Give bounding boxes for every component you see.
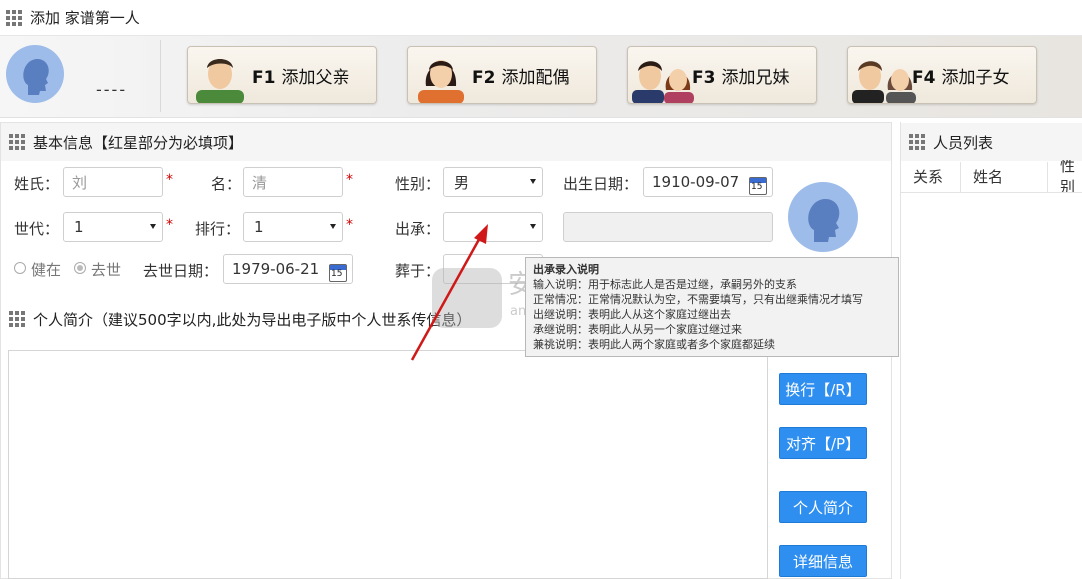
person-photo[interactable]: [788, 182, 858, 252]
add-spouse-label: 添加配偶: [501, 67, 570, 88]
column-gender[interactable]: 性别: [1060, 160, 1082, 192]
gender-label: 性别：: [395, 175, 441, 193]
current-person-name: ----: [96, 80, 128, 99]
rank-value: 1: [254, 218, 264, 236]
siblings-figure-icon: [628, 47, 698, 103]
gender-value: 男: [454, 173, 470, 192]
add-child-label: 添加子女: [941, 67, 1010, 88]
person-silhouette-icon: [23, 58, 49, 95]
current-person-avatar[interactable]: [6, 45, 64, 103]
add-father-button[interactable]: F1 添加父亲: [187, 46, 377, 104]
grid-icon: [909, 134, 925, 150]
surname-input[interactable]: 刘: [63, 167, 163, 197]
add-child-button[interactable]: F4 添加子女: [847, 46, 1037, 104]
required-star: *: [166, 217, 173, 233]
given-name-input[interactable]: 清: [243, 167, 343, 197]
spouse-figure-icon: [408, 47, 478, 103]
rank-label: 排行：: [195, 220, 241, 238]
profile-textarea[interactable]: [8, 350, 768, 579]
column-name[interactable]: 姓名: [973, 160, 1003, 192]
rank-select[interactable]: 1: [243, 212, 343, 242]
tooltip-line: 输入说明：用于标志此人是否是过继，承嗣另外的支系: [533, 278, 797, 291]
dropdown-arrow-icon: [530, 179, 536, 184]
grid-menu-icon: [6, 9, 22, 26]
required-star: *: [346, 172, 353, 188]
align-button[interactable]: 对齐【/P】: [779, 427, 867, 459]
grid-icon: [9, 311, 25, 327]
generation-label: 世代：: [14, 220, 60, 238]
basic-info-title: 基本信息【红星部分为必填项】: [33, 133, 244, 152]
column-relation[interactable]: 关系: [913, 160, 943, 192]
calendar-icon[interactable]: 15: [329, 264, 347, 282]
annotation-arrow: [410, 224, 488, 361]
add-sibling-button[interactable]: F3 添加兄妹: [627, 46, 817, 104]
children-figure-icon: [848, 47, 918, 103]
column-divider: [1047, 162, 1048, 192]
gender-select[interactable]: 男: [443, 167, 543, 197]
add-spouse-button[interactable]: F2 添加配偶: [407, 46, 597, 104]
birth-date-label: 出生日期：: [563, 175, 639, 193]
person-silhouette-icon: [808, 198, 840, 242]
given-name-label: 名：: [211, 175, 242, 193]
title-bar: 添加 家谱第一人: [0, 0, 1082, 36]
relation-toolbar: ---- F1 添加父亲 F2 添加配偶 F3 添加兄妹 F4 添加子女: [0, 36, 1082, 118]
grid-icon: [9, 134, 25, 150]
deceased-label: 去世: [91, 261, 122, 279]
calendar-day: 15: [751, 182, 763, 192]
calendar-icon[interactable]: 15: [749, 177, 767, 195]
tooltip-line: 兼祧说明：表明此人两个家庭或者多个家庭都延续: [533, 338, 775, 351]
add-father-label: 添加父亲: [281, 67, 350, 88]
people-list-title: 人员列表: [933, 133, 994, 152]
divider: [160, 40, 161, 112]
calendar-day: 15: [331, 269, 343, 279]
surname-label: 姓氏：: [14, 175, 60, 193]
tooltip-line: 出继说明：表明此人从这个家庭过继出去: [533, 308, 731, 321]
inherit-help-tooltip: 出承录入说明 输入说明：用于标志此人是否是过继，承嗣另外的支系 正常情况：正常情…: [525, 257, 899, 357]
required-star: *: [166, 172, 173, 188]
tooltip-line: 承继说明：表明此人从另一个家庭过继过来: [533, 323, 742, 336]
alive-label: 健在: [31, 261, 62, 279]
death-date-label: 去世日期：: [143, 262, 219, 280]
generation-select[interactable]: 1: [63, 212, 163, 242]
generation-value: 1: [74, 218, 84, 236]
deceased-radio[interactable]: [74, 262, 86, 274]
inherit-detail-input: [563, 212, 773, 242]
dropdown-arrow-icon: [150, 224, 156, 229]
list-header-divider: [901, 192, 1082, 193]
birth-date-value: 1910-09-07: [652, 173, 740, 191]
tooltip-line: 正常情况：正常情况默认为空，不需要填写，只有出继乘情况才填写: [533, 293, 863, 306]
death-date-value: 1979-06-21: [232, 260, 320, 278]
alive-radio[interactable]: [14, 262, 26, 274]
father-figure-icon: [188, 47, 258, 103]
details-button[interactable]: 详细信息: [779, 545, 867, 577]
add-sibling-label: 添加兄妹: [721, 67, 790, 88]
column-divider: [960, 162, 961, 192]
line-break-button[interactable]: 换行【/R】: [779, 373, 867, 405]
dropdown-arrow-icon: [530, 224, 536, 229]
tooltip-title: 出承录入说明: [533, 263, 599, 276]
dropdown-arrow-icon: [330, 224, 336, 229]
basic-info-header: 基本信息【红星部分为必填项】: [1, 123, 891, 161]
personal-profile-button[interactable]: 个人简介: [779, 491, 867, 523]
people-list-header: 人员列表: [901, 123, 1082, 161]
window-title: 添加 家谱第一人: [30, 9, 140, 27]
required-star: *: [346, 217, 353, 233]
